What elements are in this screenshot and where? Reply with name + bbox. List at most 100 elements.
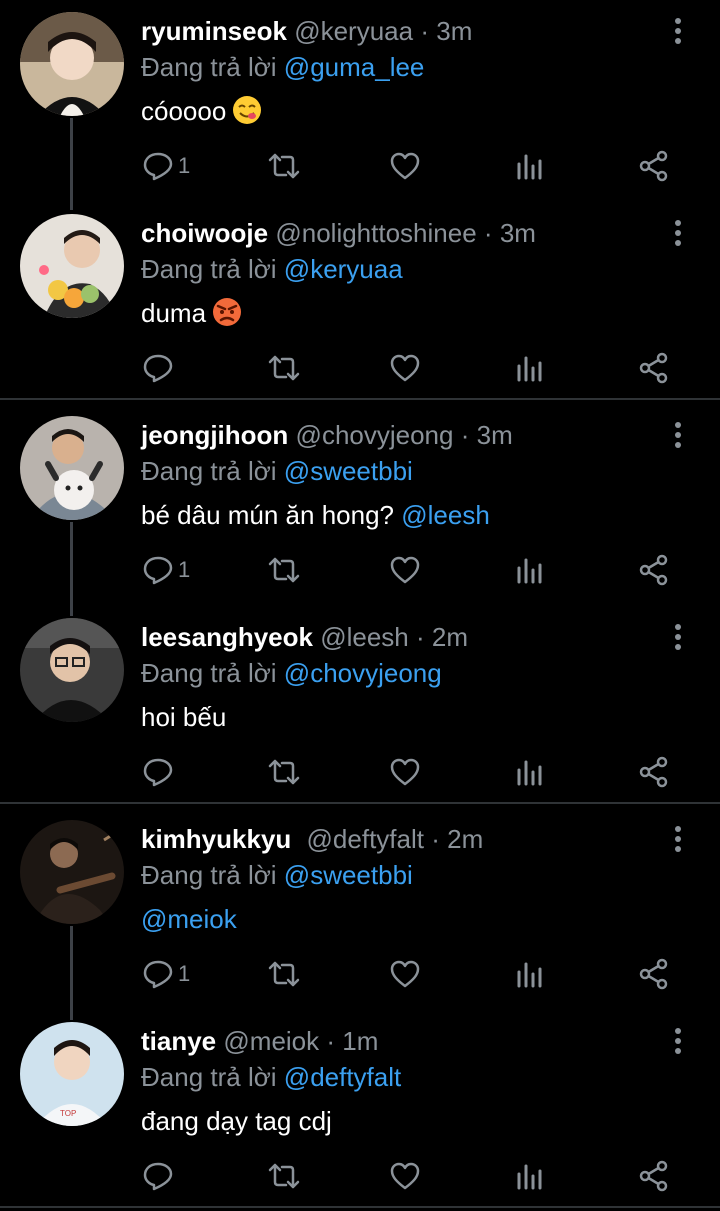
reply-icon — [143, 960, 173, 989]
reply-button[interactable] — [142, 350, 178, 386]
share-button[interactable] — [638, 956, 670, 992]
display-name[interactable]: ryuminseok — [141, 16, 287, 46]
yum-emoji-icon — [233, 96, 262, 124]
reply-mention[interactable]: @keryuaa — [284, 254, 403, 284]
more-vertical-icon[interactable] — [668, 218, 688, 248]
reply-mention[interactable]: @deftyfalt — [284, 1062, 401, 1092]
views-button[interactable] — [515, 754, 547, 790]
share-button[interactable] — [638, 148, 670, 184]
tweet[interactable]: leesanghyeok @leesh · 2m Đang trả lời @c… — [0, 606, 720, 802]
reply-mention[interactable]: @sweetbbi — [284, 860, 413, 890]
like-button[interactable] — [389, 956, 421, 992]
retweet-button[interactable] — [268, 1158, 300, 1194]
timestamp[interactable]: 3m — [477, 420, 513, 450]
reply-mention[interactable]: @sweetbbi — [284, 456, 413, 486]
share-button[interactable] — [638, 552, 670, 588]
reply-button[interactable] — [142, 1158, 178, 1194]
retweet-button[interactable] — [268, 754, 300, 790]
tweet-text-content: bé dâu mún ăn hong? — [141, 500, 394, 530]
user-handle[interactable]: @chovyjeong — [296, 420, 454, 450]
reply-mention[interactable]: @chovyjeong — [284, 658, 442, 688]
reply-button[interactable]: 1 — [142, 148, 190, 184]
action-bar: 1 — [0, 148, 720, 184]
reply-prefix: Đang trả lời — [141, 52, 277, 82]
views-icon — [517, 356, 542, 382]
avatar[interactable] — [20, 12, 124, 116]
share-button[interactable] — [638, 1158, 670, 1194]
avatar[interactable] — [20, 416, 124, 520]
user-handle[interactable]: @keryuaa — [294, 16, 413, 46]
more-vertical-icon[interactable] — [668, 1026, 688, 1056]
user-handle[interactable]: @deftyfalt — [307, 824, 424, 854]
avatar[interactable] — [20, 820, 124, 924]
tweet-text-content: đang dạy tag cdj — [141, 1106, 332, 1136]
tweet[interactable]: kimhyukkyu @deftyfalt · 2m Đang trả lời … — [0, 808, 720, 1010]
reply-button[interactable]: 1 — [142, 956, 190, 992]
like-button[interactable] — [389, 1158, 421, 1194]
like-button[interactable] — [389, 350, 421, 386]
share-button[interactable] — [638, 754, 670, 790]
tweet-text: bé dâu mún ăn hong? @leesh — [141, 498, 490, 532]
user-handle[interactable]: @leesh — [320, 622, 409, 652]
reply-button[interactable] — [142, 754, 178, 790]
reply-mention[interactable]: @guma_lee — [284, 52, 425, 82]
display-name[interactable]: jeongjihoon — [141, 420, 288, 450]
tweet-text: duma — [141, 296, 242, 330]
retweet-icon — [268, 355, 300, 381]
views-button[interactable] — [515, 1158, 547, 1194]
like-button[interactable] — [389, 148, 421, 184]
retweet-button[interactable] — [268, 552, 300, 588]
user-handle[interactable]: @nolighttoshinee — [275, 218, 476, 248]
avatar[interactable] — [20, 214, 124, 318]
share-button[interactable] — [638, 350, 670, 386]
body-mention[interactable]: @meiok — [141, 904, 237, 934]
separator-dot: · — [483, 218, 493, 248]
body-mention[interactable]: @leesh — [401, 500, 490, 530]
tweet-text: @meiok — [141, 902, 237, 936]
like-button[interactable] — [389, 552, 421, 588]
timestamp[interactable]: 1m — [342, 1026, 378, 1056]
retweet-button[interactable] — [268, 148, 300, 184]
display-name[interactable]: leesanghyeok — [141, 622, 313, 652]
replying-to: Đang trả lời @keryuaa — [141, 254, 403, 284]
share-icon — [639, 1160, 668, 1192]
display-name[interactable]: choiwooje — [141, 218, 268, 248]
views-button[interactable] — [515, 350, 547, 386]
retweet-icon — [268, 1163, 300, 1189]
action-bar: 1 — [0, 956, 720, 992]
views-button[interactable] — [515, 148, 547, 184]
tweet[interactable]: choiwooje @nolighttoshinee · 3m Đang trả… — [0, 202, 720, 398]
retweet-button[interactable] — [268, 956, 300, 992]
reply-icon — [143, 354, 173, 383]
tweet[interactable]: jeongjihoon @chovyjeong · 3m Đang trả lờ… — [0, 404, 720, 606]
share-icon — [639, 958, 668, 990]
views-button[interactable] — [515, 956, 547, 992]
avatar[interactable] — [20, 618, 124, 722]
tweet-text-content: cóoooo — [141, 96, 227, 126]
timestamp[interactable]: 3m — [436, 16, 472, 46]
views-button[interactable] — [515, 552, 547, 588]
retweet-button[interactable] — [268, 350, 300, 386]
tweet-text: đang dạy tag cdj — [141, 1104, 332, 1138]
more-vertical-icon[interactable] — [668, 420, 688, 450]
tweet[interactable]: ryuminseok @keryuaa · 3m Đang trả lời @g… — [0, 0, 720, 202]
display-name[interactable]: tianye — [141, 1026, 216, 1056]
reply-button[interactable]: 1 — [142, 552, 190, 588]
more-vertical-icon[interactable] — [668, 824, 688, 854]
reply-prefix: Đang trả lời — [141, 456, 277, 486]
avatar[interactable]: TOP — [20, 1022, 124, 1126]
user-handle[interactable]: @meiok — [223, 1026, 319, 1056]
timestamp[interactable]: 3m — [500, 218, 536, 248]
tweet[interactable]: TOP tianye @meiok · 1m Đang trả lời @def… — [0, 1010, 720, 1206]
share-icon — [639, 352, 668, 384]
more-vertical-icon[interactable] — [668, 622, 688, 652]
share-icon — [639, 756, 668, 788]
replying-to: Đang trả lời @guma_lee — [141, 52, 424, 82]
retweet-icon — [268, 961, 300, 987]
retweet-icon — [268, 153, 300, 179]
timestamp[interactable]: 2m — [447, 824, 483, 854]
display-name[interactable]: kimhyukkyu — [141, 824, 291, 854]
more-vertical-icon[interactable] — [668, 16, 688, 46]
timestamp[interactable]: 2m — [432, 622, 468, 652]
like-button[interactable] — [389, 754, 421, 790]
